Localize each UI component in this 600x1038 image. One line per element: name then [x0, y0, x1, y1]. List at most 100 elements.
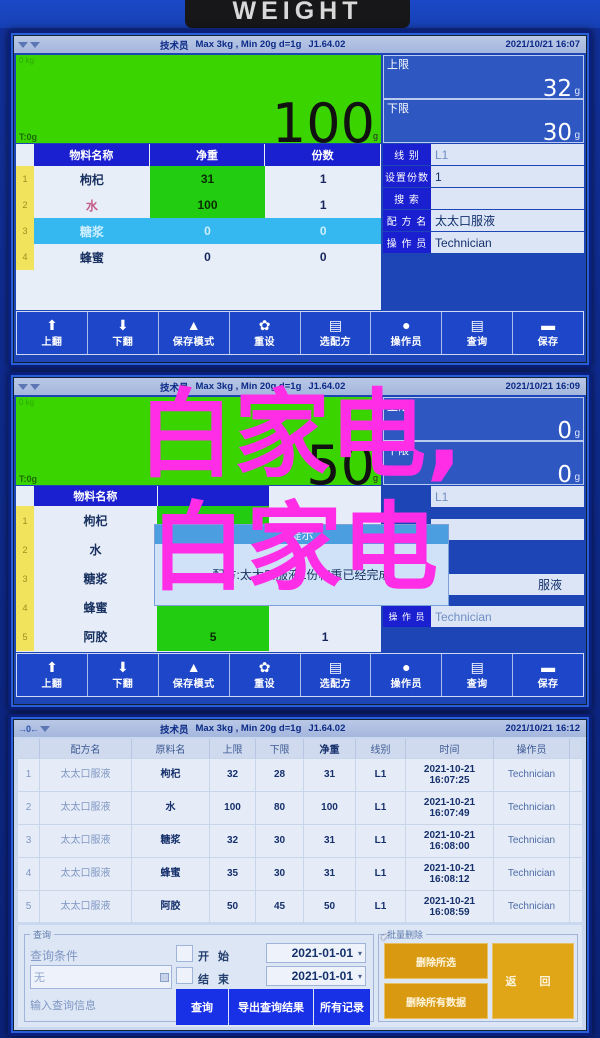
- field-line[interactable]: L1: [383, 486, 584, 507]
- chevron-down-icon[interactable]: ▾: [358, 949, 362, 958]
- toolbar-button-reset[interactable]: ✿ 重设: [230, 312, 301, 354]
- statusbar-spec: Max 3kg , Min 20g d=1g: [195, 39, 302, 50]
- end-checkbox[interactable]: [176, 967, 193, 984]
- cell-parts: 1: [321, 629, 329, 644]
- cell-lower: 80: [256, 792, 304, 824]
- col-line: 线别: [356, 739, 406, 758]
- field-recipe-value[interactable]: 太太口服液: [431, 210, 584, 231]
- cell-material: 水: [132, 792, 210, 824]
- start-checkbox[interactable]: [176, 945, 193, 962]
- table-row[interactable]: 3 太太口服液 糖浆 32 30 31 L1 2021-10-21 16:08:…: [18, 824, 582, 857]
- gear-refresh-icon: ✿: [258, 316, 271, 333]
- delete-selected-button[interactable]: 删除所选: [384, 943, 488, 979]
- toolbar-button-query[interactable]: ▤ 查询: [442, 312, 514, 354]
- toolbar-button-save-mode[interactable]: ▲ 保存模式: [159, 312, 230, 354]
- statusbar-info: 技术员 Max 3kg , Min 20g d=1g J1.64.02: [78, 38, 506, 52]
- table-row[interactable]: 4 蜂蜜 0 0: [16, 244, 381, 270]
- export-results-button[interactable]: 导出查询结果: [229, 989, 313, 1025]
- end-date-select[interactable]: 2021-01-01 ▾: [266, 966, 366, 986]
- all-records-button[interactable]: 所有记录: [314, 989, 370, 1025]
- toolbar-label: 查询: [466, 678, 488, 690]
- table-row[interactable]: 2 水 100 1: [16, 192, 381, 218]
- field-parts-value[interactable]: 1: [431, 166, 584, 187]
- panel1-material-table[interactable]: 物料名称 净重 份数 1 枸杞 31 1 2 水 100 1 3 糖浆 0 0 …: [16, 144, 382, 310]
- field-operator-value[interactable]: Technician: [431, 606, 584, 627]
- toolbar-label: 上翻: [41, 336, 63, 348]
- cell-spacer: [570, 759, 582, 791]
- toolbar-button-select-recipe[interactable]: ▤ 选配方: [301, 654, 372, 696]
- panel2-upper-limit: 上限 0 g: [383, 397, 584, 444]
- field-recipe-name[interactable]: 配 方 名 太太口服液: [383, 210, 584, 231]
- panel1-screen: 技术员 Max 3kg , Min 20g d=1g J1.64.02 2021…: [14, 36, 586, 362]
- col-time: 时间: [406, 739, 494, 758]
- cell-parts: 0: [319, 250, 327, 264]
- panel1-statusbar: 技术员 Max 3kg , Min 20g d=1g J1.64.02 2021…: [14, 36, 586, 53]
- toolbar-button-save[interactable]: ▬ 保存: [513, 654, 583, 696]
- field-recipe-label: 配 方 名: [383, 210, 431, 231]
- table-row[interactable]: 1 太太口服液 枸杞 32 28 31 L1 2021-10-21 16:07:…: [18, 758, 582, 791]
- row-number: 4: [18, 858, 40, 890]
- search-input[interactable]: [431, 188, 584, 209]
- cell-material: 糖浆: [132, 825, 210, 857]
- delete-all-label: 删除所有数据: [406, 997, 466, 1009]
- records-table[interactable]: 配方名 原料名 上限 下限 净重 线别 时间 操作员 1 太太口服液 枸杞 32…: [18, 739, 582, 923]
- cell-material-name: 阿胶: [83, 630, 108, 644]
- query-condition-label: 查询条件: [30, 949, 79, 963]
- field-operator-value[interactable]: Technician: [431, 232, 584, 253]
- table-row-selected[interactable]: 3 糖浆 0 0: [16, 218, 381, 244]
- panel3-screen: →0← 技术员 Max 3kg , Min 20g d=1g J1.64.02 …: [14, 720, 586, 1030]
- toolbar-button-select-recipe[interactable]: ▤ 选配方: [301, 312, 372, 354]
- table-row[interactable]: 1 枸杞 31 1: [16, 166, 381, 192]
- toolbar-button-page-down[interactable]: ⬇ 下翻: [88, 654, 159, 696]
- dropdown-box-icon[interactable]: [160, 972, 169, 982]
- toolbar-button-reset[interactable]: ✿ 重设: [230, 654, 301, 696]
- start-date-select[interactable]: 2021-01-01 ▾: [266, 943, 366, 963]
- toolbar-button-operator[interactable]: ● 操作员: [371, 312, 443, 354]
- panel2-weight-corner: 0 kg: [19, 398, 35, 407]
- toolbar-button-page-down[interactable]: ⬇ 下翻: [88, 312, 159, 354]
- field-line-value[interactable]: L1: [431, 144, 584, 165]
- toolbar-button-operator[interactable]: ● 操作员: [371, 654, 443, 696]
- table-row[interactable]: 4 太太口服液 蜂蜜 35 30 31 L1 2021-10-21 16:08:…: [18, 857, 582, 890]
- table-row[interactable]: 2 太太口服液 水 100 80 100 L1 2021-10-21 16:07…: [18, 791, 582, 824]
- query-button[interactable]: 查询: [176, 989, 228, 1025]
- cell-parts: 1: [319, 172, 327, 186]
- panel1-datetime: 2021/10/21 16:07: [505, 39, 580, 50]
- field-operator[interactable]: 操 作 员 Technician: [383, 606, 584, 627]
- field-line[interactable]: 线 别 L1: [383, 144, 584, 165]
- field-line-value[interactable]: L1: [431, 486, 584, 507]
- cell-lower: 30: [256, 825, 304, 857]
- cell-spacer: [570, 891, 582, 923]
- toolbar-button-save-mode[interactable]: ▲ 保存模式: [159, 654, 230, 696]
- cell-net: 31: [304, 858, 356, 890]
- query-condition-input[interactable]: 无: [30, 965, 172, 989]
- statusbar-operator: 技术员: [160, 724, 189, 736]
- toolbar-button-page-up[interactable]: ⬆ 上翻: [17, 654, 88, 696]
- stable-indicator-icon: [40, 725, 51, 732]
- table-row[interactable]: 5 太太口服液 阿胶 50 45 50 L1 2021-10-21 16:08:…: [18, 890, 582, 923]
- col-parts-p2: [269, 486, 381, 506]
- rownum-header: [18, 739, 40, 758]
- chevron-down-icon[interactable]: ▾: [358, 972, 362, 981]
- net-indicator-icon: [30, 41, 40, 48]
- field-parts[interactable]: 设置份数 1: [383, 166, 584, 187]
- material-table-header: 物料名称: [16, 486, 381, 506]
- field-operator[interactable]: 操 作 员 Technician: [383, 232, 584, 253]
- toolbar-button-page-up[interactable]: ⬆ 上翻: [17, 312, 88, 354]
- field-recipe-value[interactable]: 服液: [431, 574, 584, 595]
- delete-all-button[interactable]: 删除所有数据: [384, 983, 488, 1019]
- field-search[interactable]: 搜 索: [383, 188, 584, 209]
- cell-operator: Technician: [494, 792, 570, 824]
- toolbar-button-save[interactable]: ▬ 保存: [513, 312, 583, 354]
- table-row[interactable]: 5 阿胶 5 1: [16, 622, 381, 651]
- cell-parts: 0: [319, 224, 327, 238]
- panel2-weight-value: 50: [306, 434, 375, 486]
- return-button[interactable]: 返 回: [492, 943, 574, 1019]
- toolbar-button-query[interactable]: ▤ 查询: [442, 654, 514, 696]
- cell-date: 2021-10-21: [423, 862, 476, 874]
- user-icon: ●: [402, 658, 411, 675]
- cell-line: L1: [356, 825, 406, 857]
- cell-operator: Technician: [494, 891, 570, 923]
- field-parts-value[interactable]: 1: [431, 519, 584, 540]
- statusbar-version: J1.64.02: [308, 381, 346, 392]
